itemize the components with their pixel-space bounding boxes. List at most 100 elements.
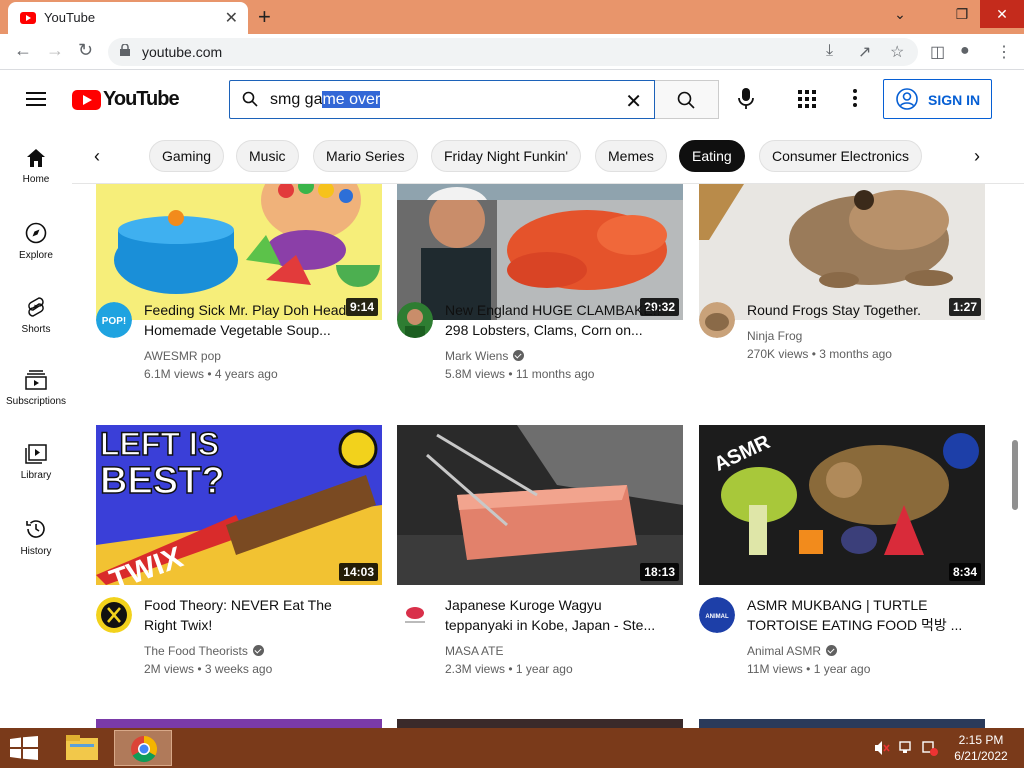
search-input[interactable]: smg game over ✕ [229, 80, 655, 119]
video-title[interactable]: Round Frogs Stay Together. [747, 300, 979, 320]
taskbar-clock[interactable]: 2:15 PM 6/21/2022 [946, 732, 1016, 764]
youtube-play-icon [72, 89, 101, 110]
chip-music[interactable]: Music [236, 140, 299, 172]
video-title[interactable]: Feeding Sick Mr. Play Doh Head Homemade V… [144, 300, 376, 340]
video-title[interactable]: ASMR MUKBANG | TURTLE TORTOISE EATING FOO… [747, 595, 979, 635]
video-card[interactable]: 1:27 Round Frogs Stay Together. Ninja Fr… [699, 184, 985, 380]
video-card[interactable]: ASMR 8:34 ANIMAL ASMR MUKBANG | TURTLE TO… [699, 425, 985, 685]
reload-icon[interactable]: ↻ [78, 40, 93, 61]
chip-memes[interactable]: Memes [595, 140, 667, 172]
volume-muted-icon[interactable] [874, 740, 890, 761]
side-panel-icon[interactable]: ◫ [930, 42, 945, 62]
windows-start-icon[interactable] [10, 736, 38, 760]
video-thumbnail[interactable]: LEFT IS BEST? TWIX 14:03 [96, 425, 382, 585]
chips-left-chevron-icon[interactable]: ‹ [94, 146, 100, 167]
guide-item-library[interactable]: Library [0, 444, 72, 481]
window-minimize-button[interactable]: ⌄ [882, 0, 918, 28]
channel-avatar-image [96, 597, 132, 633]
video-title[interactable]: Food Theory: NEVER Eat The Right Twix! [144, 595, 376, 635]
chips-right-chevron-icon[interactable]: › [974, 146, 980, 167]
guide-label-explore: Explore [19, 250, 53, 261]
video-card[interactable]: 29:32 New England HUGE CLAMBAKE!! 298 Lob… [397, 184, 683, 381]
channel-name[interactable]: Animal ASMR [747, 644, 838, 658]
browser-menu-icon[interactable]: ⋮ [996, 42, 1012, 62]
channel-avatar[interactable] [699, 302, 735, 338]
video-card[interactable]: LEFT IS BEST? TWIX 14:03 Food Theory: NE… [96, 425, 382, 685]
video-thumbnail[interactable]: 18:13 [397, 425, 683, 585]
view-count: 2M views [144, 662, 195, 676]
chip-eating[interactable]: Eating [679, 140, 745, 172]
page-scrollbar[interactable] [1012, 440, 1018, 510]
channel-name[interactable]: AWESMR pop [144, 349, 221, 363]
youtube-favicon-icon [20, 12, 36, 24]
channel-name[interactable]: MASA ATE [445, 644, 503, 658]
channel-avatar[interactable]: ANIMAL [699, 597, 735, 633]
guide-item-explore[interactable]: Explore [0, 222, 72, 261]
guide-label-library: Library [20, 470, 52, 481]
verified-badge-icon [513, 350, 525, 361]
video-card[interactable]: 9:14 POP! Feeding Sick Mr. Play Doh Head… [96, 184, 382, 381]
new-tab-button[interactable]: + [258, 4, 271, 30]
channel-avatar[interactable] [397, 302, 433, 338]
chip-mario-series[interactable]: Mario Series [313, 140, 418, 172]
video-title-line-1: ASMR MUKBANG | TURTLE [747, 597, 928, 613]
search-button[interactable] [655, 80, 719, 119]
guide-item-home[interactable]: Home [0, 148, 72, 185]
windows-taskbar: 2:15 PM 6/21/2022 [0, 728, 1024, 768]
address-bar[interactable]: youtube.com [108, 38, 918, 66]
install-icon[interactable]: ⤓ [826, 42, 833, 60]
chip-gaming[interactable]: Gaming [149, 140, 225, 172]
sign-in-button[interactable]: SIGN IN [883, 79, 992, 119]
action-center-icon[interactable] [922, 740, 938, 761]
guide-item-shorts[interactable]: Shorts [0, 296, 72, 335]
guide-item-subscriptions[interactable]: Subscriptions [0, 370, 72, 407]
video-thumbnail[interactable]: ASMR 8:34 [699, 425, 985, 585]
share-icon[interactable]: ↗ [858, 42, 871, 62]
channel-avatar[interactable]: POP! [96, 302, 132, 338]
channel-name-text: Ninja Frog [747, 329, 803, 343]
channel-name[interactable]: Ninja Frog [747, 329, 802, 343]
forward-arrow-icon[interactable]: → [46, 40, 64, 61]
video-duration: 14:03 [339, 563, 378, 581]
video-grid: 9:14 POP! Feeding Sick Mr. Play Doh Head… [72, 184, 1024, 728]
video-title[interactable]: New England HUGE CLAMBAKE!! 298 Lobsters,… [445, 300, 677, 340]
upload-age: 3 months ago [819, 347, 892, 361]
shorts-icon [28, 297, 44, 317]
channel-name[interactable]: Mark Wiens [445, 349, 525, 363]
clear-search-icon[interactable]: ✕ [625, 89, 642, 114]
guide-item-history[interactable]: History [0, 518, 72, 557]
video-duration: 18:13 [640, 563, 679, 581]
bookmark-star-icon[interactable]: ☆ [890, 42, 904, 62]
chip-friday-night-funkin[interactable]: Friday Night Funkin' [431, 140, 582, 172]
channel-name-text: Mark Wiens [445, 349, 509, 363]
file-explorer-taskbar-button[interactable] [54, 730, 112, 766]
chip-consumer-electronics[interactable]: Consumer Electronics [759, 140, 922, 172]
window-restore-button[interactable]: ❐ [944, 0, 980, 28]
microphone-icon[interactable] [737, 88, 755, 110]
channel-avatar[interactable] [397, 597, 433, 633]
profile-icon[interactable]: ● [960, 42, 970, 60]
browser-tab[interactable]: YouTube ✕ [8, 2, 248, 34]
window-close-button[interactable]: ✕ [980, 0, 1024, 28]
clock-time: 2:15 PM [958, 733, 1004, 747]
video-card[interactable]: 18:13 Japanese Kuroge Wagyu teppanyaki in… [397, 425, 683, 685]
network-icon[interactable] [898, 740, 914, 761]
channel-name-text: The Food Theorists [144, 644, 248, 658]
view-count: 5.8M views [445, 367, 506, 381]
settings-more-icon[interactable] [852, 88, 858, 108]
video-title[interactable]: Japanese Kuroge Wagyu teppanyaki in Kobe,… [445, 595, 677, 635]
tab-close-icon[interactable]: ✕ [225, 8, 238, 28]
channel-avatar-image [397, 597, 433, 633]
channel-avatar[interactable] [96, 597, 132, 633]
video-thumbnail[interactable] [96, 719, 382, 728]
channel-name[interactable]: The Food Theorists [144, 644, 264, 658]
verified-badge-icon [826, 645, 838, 656]
video-thumbnail[interactable] [397, 719, 683, 728]
hamburger-menu-icon[interactable] [26, 92, 46, 106]
video-thumbnail[interactable] [699, 719, 985, 728]
back-arrow-icon[interactable]: ← [14, 40, 32, 61]
apps-grid-icon[interactable] [798, 90, 816, 108]
view-count: 2.3M views [445, 662, 506, 676]
chrome-taskbar-button[interactable] [114, 730, 172, 766]
youtube-logo[interactable]: YouTube [72, 88, 180, 111]
